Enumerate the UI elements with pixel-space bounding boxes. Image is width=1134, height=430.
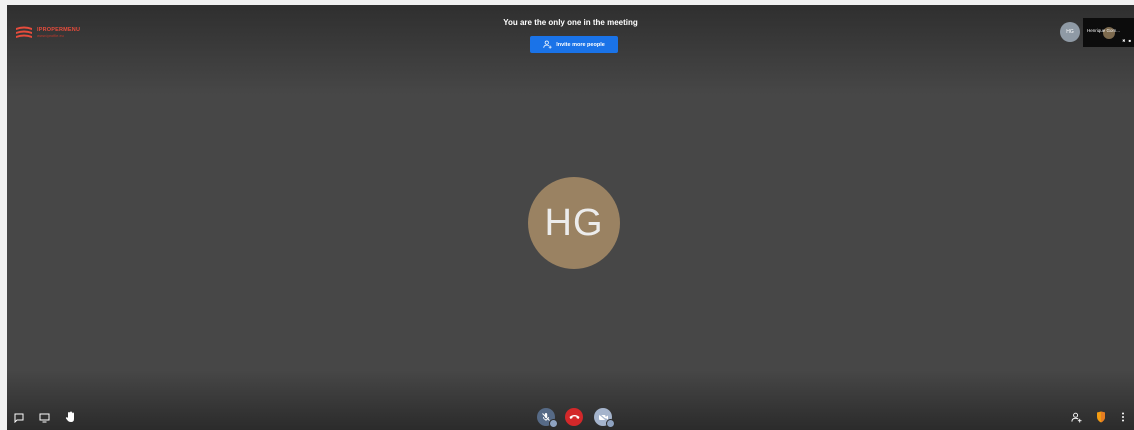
chat-icon bbox=[14, 413, 24, 423]
chat-button[interactable] bbox=[13, 412, 25, 424]
invite-people-button[interactable] bbox=[1070, 411, 1082, 423]
brand-tagline: www.iprofile.eu bbox=[37, 33, 64, 39]
screen-share-button[interactable] bbox=[38, 412, 50, 424]
local-participant-avatar[interactable]: HG bbox=[1060, 22, 1080, 42]
invite-more-people-button[interactable]: Invite more people bbox=[530, 36, 618, 53]
raise-hand-button[interactable] bbox=[64, 410, 76, 424]
invite-people-icon bbox=[1070, 412, 1082, 423]
microphone-button[interactable] bbox=[537, 408, 558, 428]
security-button[interactable] bbox=[1095, 410, 1107, 423]
camera-button[interactable] bbox=[594, 408, 615, 428]
screen-share-icon bbox=[39, 413, 49, 423]
meeting-stage: IPROPERMENU www.iprofile.eu You are the … bbox=[7, 5, 1134, 430]
alone-notice: You are the only one in the meeting bbox=[503, 18, 638, 27]
invite-more-people-label: Invite more people bbox=[556, 41, 605, 48]
brand-logo[interactable]: IPROPERMENU www.iprofile.eu bbox=[15, 25, 80, 41]
more-options-button[interactable] bbox=[1119, 411, 1127, 423]
thumbnail-status-icons: ✖ ■ bbox=[1122, 38, 1132, 43]
thumbnail-mic-muted-icon: ✖ bbox=[1122, 38, 1127, 43]
thumbnail-camera-off-icon: ■ bbox=[1128, 38, 1132, 43]
microphone-options-indicator[interactable] bbox=[549, 419, 558, 428]
main-participant-avatar: HG bbox=[528, 177, 620, 269]
hangup-button[interactable] bbox=[565, 408, 583, 426]
security-shield-icon bbox=[1097, 411, 1105, 422]
add-person-icon bbox=[543, 40, 552, 49]
more-options-icon bbox=[1122, 412, 1124, 422]
raise-hand-icon bbox=[65, 411, 74, 422]
hangup-icon bbox=[569, 415, 579, 419]
participant-thumbnail[interactable]: Henrique Gom... ✖ ■ bbox=[1083, 18, 1134, 47]
brand-logo-text: IPROPERMENU www.iprofile.eu bbox=[37, 27, 80, 39]
thumbnail-name: Henrique Gom... bbox=[1087, 28, 1121, 33]
camera-options-indicator[interactable] bbox=[606, 419, 615, 428]
brand-logo-icon bbox=[16, 26, 32, 38]
